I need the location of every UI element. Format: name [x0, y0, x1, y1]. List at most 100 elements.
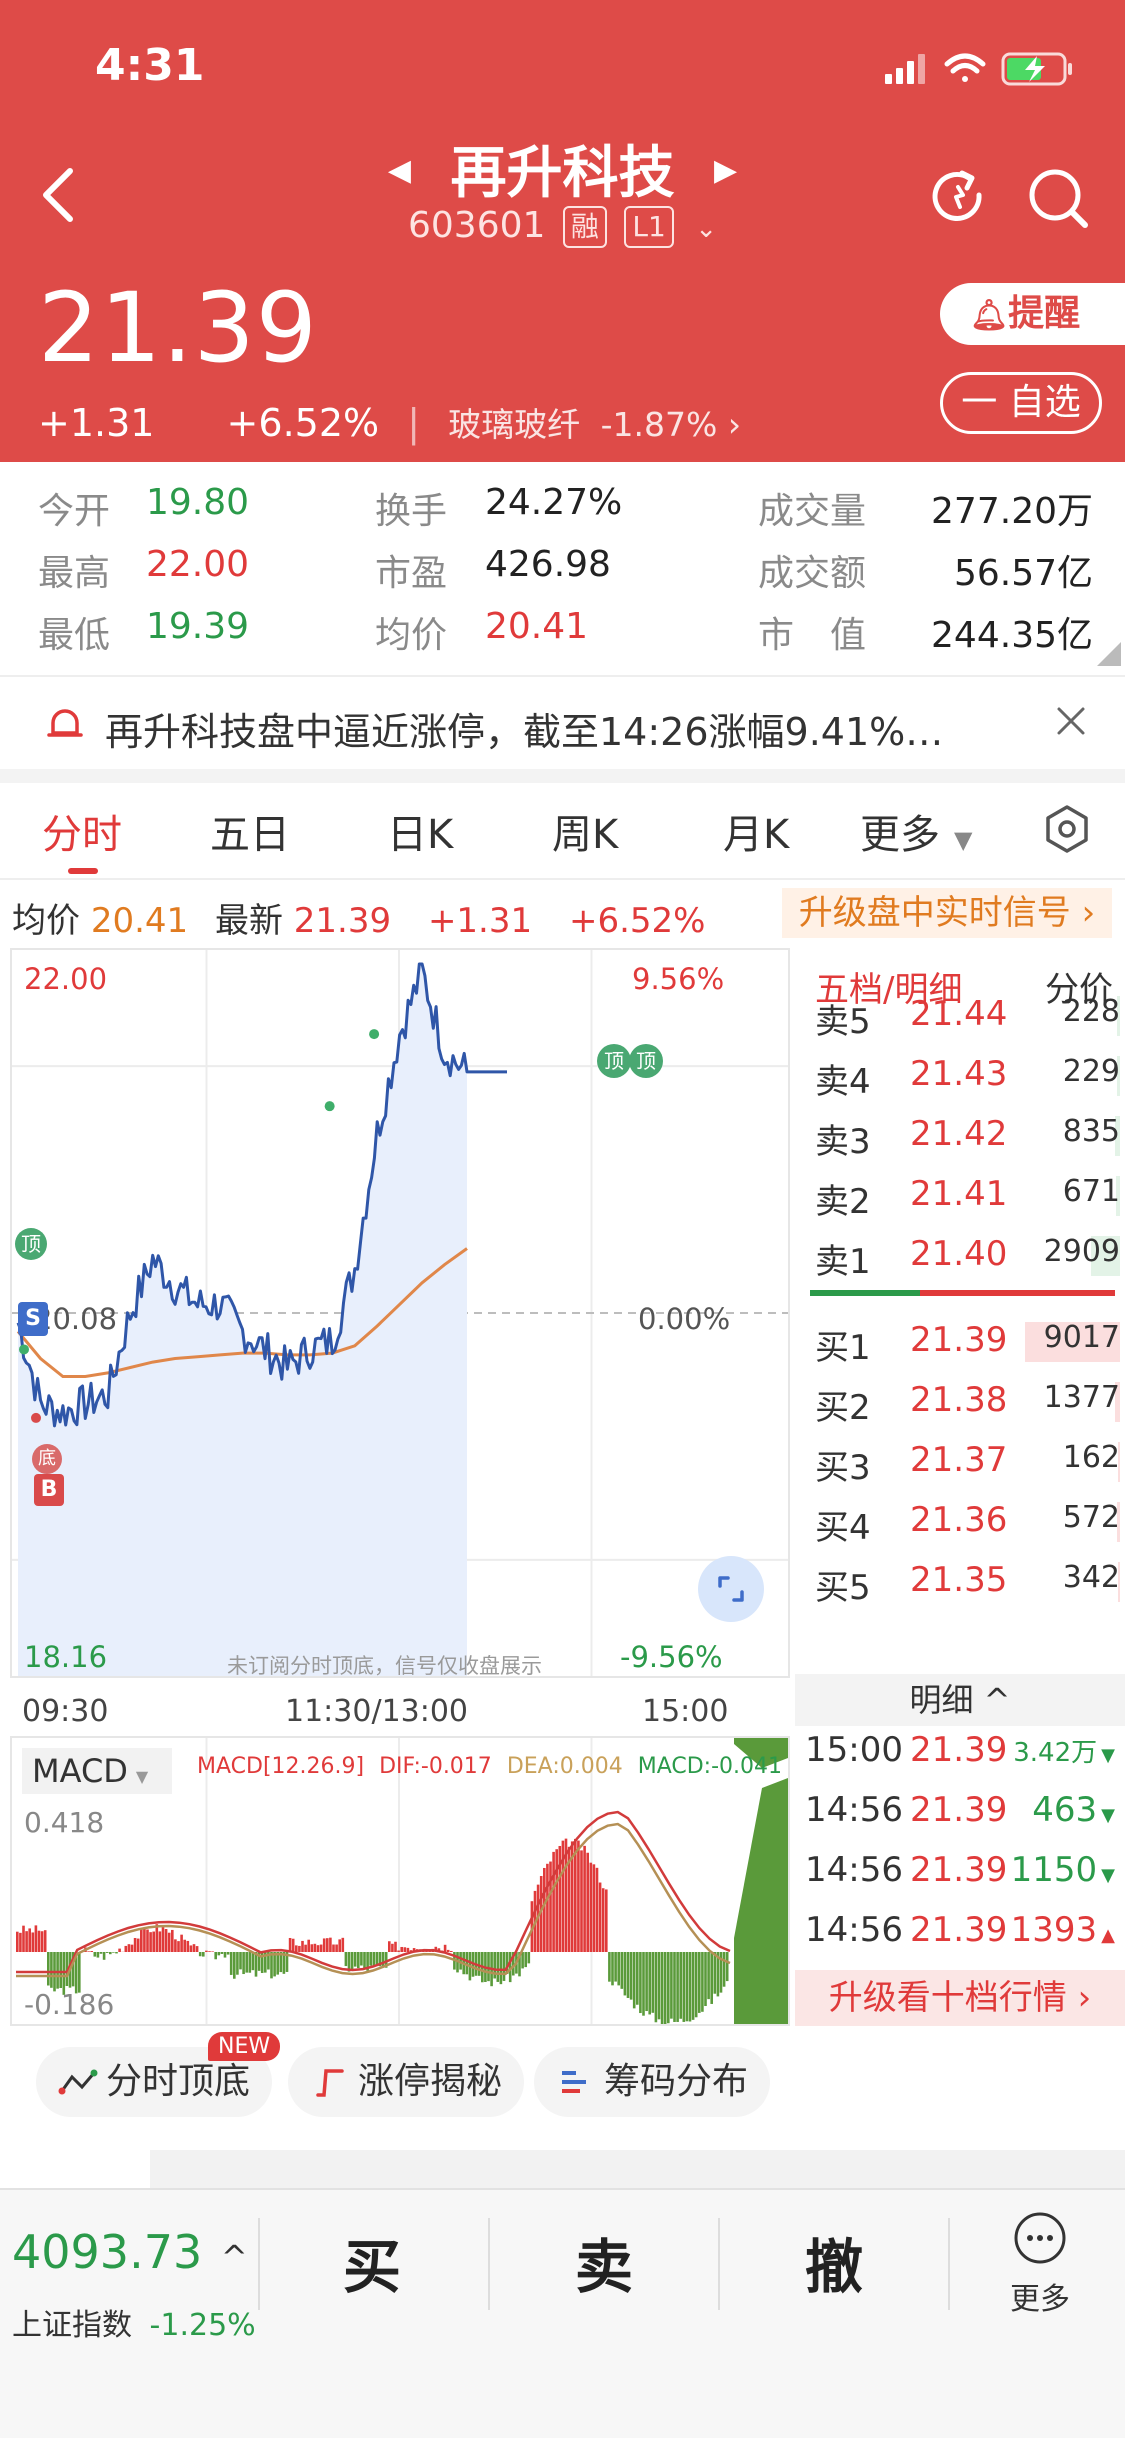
macd-bar: [25, 1931, 28, 1952]
macd-bar: [630, 1952, 633, 2000]
ask-row[interactable]: 卖221.41671: [815, 1170, 1120, 1226]
battery-icon: [1003, 54, 1072, 84]
more-button[interactable]: 更多: [1000, 2210, 1080, 2318]
tab-five-day[interactable]: 五日: [210, 802, 290, 860]
alert-banner[interactable]: 再升科技盘中逼近涨停，截至14:26涨幅9.41%…: [0, 675, 1125, 783]
macd-bar: [205, 1951, 208, 1952]
macd-bar: [159, 1931, 162, 1952]
buy-signal-marker[interactable]: B: [34, 1474, 64, 1506]
macd-bar: [230, 1952, 233, 1975]
bell-icon: [45, 703, 85, 743]
macd-bar: [580, 1850, 583, 1952]
ask-row[interactable]: 卖521.44228: [815, 990, 1120, 1046]
more-label: 更多: [1000, 2274, 1080, 2318]
macd-bar: [156, 1924, 159, 1952]
macd-bar: [342, 1938, 345, 1952]
ask-row[interactable]: 卖421.43229: [815, 1050, 1120, 1106]
ask-row[interactable]: 卖121.402909: [815, 1230, 1120, 1286]
market-cap-value: 244.35亿: [931, 606, 1093, 658]
tab-more-label: 更多: [860, 812, 940, 858]
macd-bar: [549, 1862, 552, 1952]
tab-monthly-k[interactable]: 月K: [723, 802, 789, 860]
book-vol: 228: [1063, 994, 1120, 1029]
macd-bar: [723, 1952, 726, 1987]
macd-bar: [701, 1952, 704, 2012]
sell-button[interactable]: 卖: [575, 2220, 633, 2304]
search-button[interactable]: [1025, 165, 1091, 231]
settings-icon[interactable]: [1042, 804, 1092, 854]
tab-weekly-k[interactable]: 周K: [552, 802, 618, 860]
bid-row[interactable]: 买421.36572: [815, 1496, 1120, 1552]
trade-volume-cell: 463▼: [1032, 1790, 1115, 1830]
tab-more[interactable]: 更多▼: [860, 802, 972, 860]
trade-price: 21.39: [910, 1850, 1007, 1890]
trade-volume-cell: 3.42万▼: [1013, 1730, 1115, 1770]
tab-daily-k[interactable]: 日K: [387, 802, 453, 860]
trade-volume: 1393: [1011, 1910, 1098, 1950]
high-value: 22.00: [146, 544, 249, 585]
macd-bar: [590, 1863, 593, 1952]
limit-up-reveal-chip[interactable]: 涨停揭秘: [288, 2047, 524, 2117]
trade-detail-header[interactable]: 明细 ^: [795, 1674, 1125, 1726]
stock-code: 603601: [408, 205, 545, 246]
tab-intraday[interactable]: 分时: [42, 802, 122, 860]
info-last-value: 21.39: [294, 901, 391, 941]
remind-button[interactable]: 🔔︎提醒: [940, 283, 1125, 345]
top-signal-marker[interactable]: 顶: [629, 1044, 663, 1078]
macd-bar: [128, 1944, 131, 1952]
top-signal-marker[interactable]: 顶: [597, 1044, 631, 1078]
trade-volume: 1150: [1011, 1850, 1098, 1890]
time-label-start: 09:30: [22, 1694, 108, 1729]
limit-up-icon: [310, 2047, 350, 2117]
divider: [258, 2218, 260, 2310]
top-signal-marker[interactable]: 顶: [15, 1228, 47, 1260]
bid-row[interactable]: 买121.399017: [815, 1316, 1120, 1372]
close-icon[interactable]: [1055, 705, 1087, 737]
divider: |: [407, 401, 420, 445]
macd-chart[interactable]: MACD▼ MACD[12.26.9] DIF:-0.017 DEA:0.004…: [10, 1736, 790, 2026]
cancel-order-button[interactable]: 撤: [805, 2220, 863, 2304]
macd-bar: [292, 1939, 295, 1952]
open-value: 19.80: [146, 482, 249, 523]
bid-row[interactable]: 买221.381377: [815, 1376, 1120, 1432]
macd-bar: [44, 1930, 47, 1952]
upgrade-ten-levels-button[interactable]: 升级看十档行情 ›: [795, 1970, 1125, 2026]
buy-button[interactable]: 买: [343, 2220, 401, 2304]
alert-text: 再升科技盘中逼近涨停，截至14:26涨幅9.41%…: [105, 701, 943, 756]
index-name: 上证指数: [12, 2308, 132, 2343]
macd-bar: [689, 1952, 692, 2022]
sell-signal-marker[interactable]: S: [18, 1302, 48, 1336]
fullscreen-button[interactable]: [698, 1556, 764, 1622]
bottom-signal-marker[interactable]: 底: [32, 1444, 62, 1474]
refresh-button[interactable]: [925, 165, 991, 231]
chip-label: 涨停揭秘: [358, 2061, 502, 2102]
bid-row[interactable]: 买321.37162: [815, 1436, 1120, 1492]
macd-bar: [326, 1938, 329, 1952]
ask-row[interactable]: 卖321.42835: [815, 1110, 1120, 1166]
sector-link[interactable]: 玻璃玻纤 -1.87% ›: [448, 398, 741, 446]
indicator-select[interactable]: MACD▼: [22, 1748, 172, 1794]
macd-bar: [704, 1952, 707, 2006]
book-vol: 9017: [1044, 1320, 1120, 1355]
macd-bar: [707, 1952, 710, 1999]
book-price: 21.44: [910, 994, 1007, 1034]
signal-dot: [19, 1344, 29, 1354]
macd-bar: [627, 1952, 630, 1998]
prev-stock-icon[interactable]: ◀: [388, 153, 411, 188]
add-watchlist-button[interactable]: 一 自选: [940, 372, 1102, 434]
macd-bar: [323, 1938, 326, 1952]
chip-distribution-chip[interactable]: 筹码分布: [534, 2047, 770, 2117]
macd-max-label: 0.418: [24, 1806, 104, 1839]
index-quote[interactable]: 4093.73 ^: [12, 2225, 248, 2279]
trade-price: 21.39: [910, 1730, 1007, 1770]
macd-bar: [78, 1952, 81, 1993]
bid-row[interactable]: 买521.35342: [815, 1556, 1120, 1612]
avg-value: 20.41: [485, 606, 588, 647]
macd-bar: [233, 1952, 236, 1979]
intraday-chart[interactable]: 22.00 20.08 18.16 9.56% 0.00% -9.56% 未订阅…: [10, 948, 790, 1678]
expand-corner-icon[interactable]: [1097, 642, 1121, 666]
upgrade-signal-button[interactable]: 升级盘中实时信号 ›: [782, 888, 1112, 938]
next-stock-icon[interactable]: ▶: [714, 153, 737, 188]
macd-bar: [376, 1952, 379, 1965]
macd-bar: [555, 1849, 558, 1952]
